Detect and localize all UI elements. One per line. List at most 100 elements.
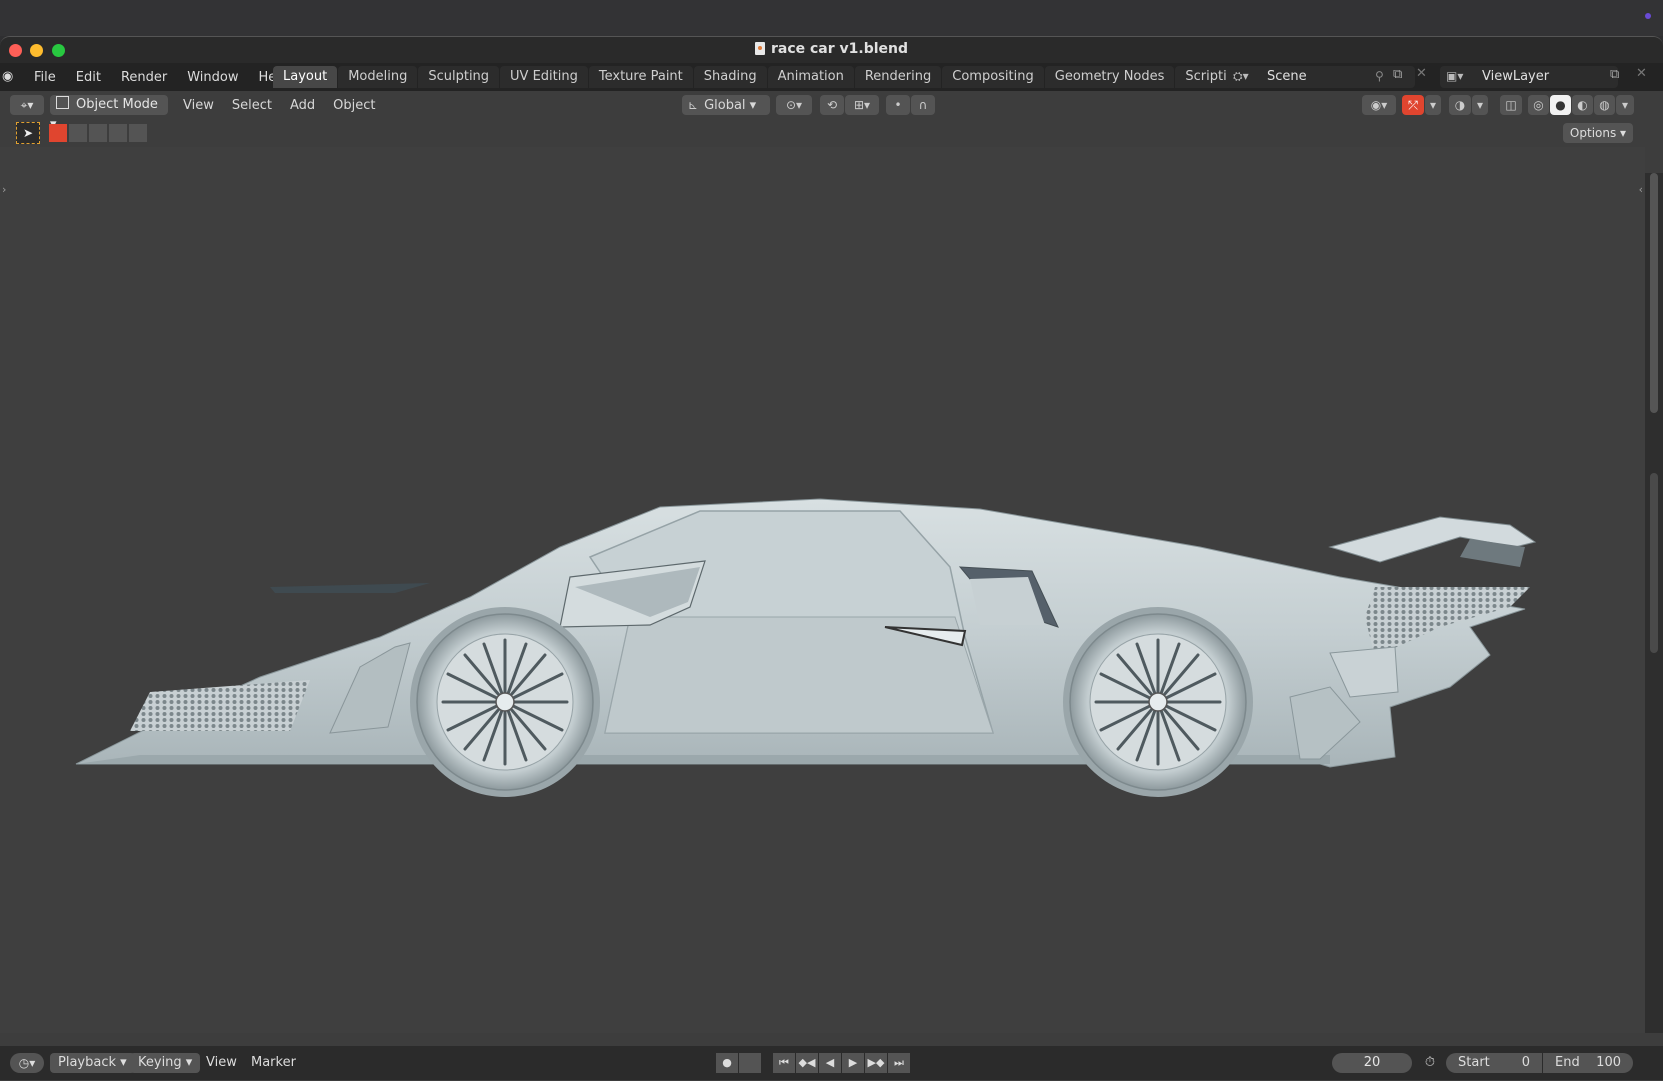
object-mode-dropdown[interactable]: Object Mode ▾ — [50, 95, 168, 132]
tab-layout[interactable]: Layout — [273, 66, 338, 88]
select-mode-invert-icon[interactable] — [109, 124, 127, 142]
tab-geometry-nodes[interactable]: Geometry Nodes — [1044, 66, 1175, 88]
gizmo-toggle-icon[interactable]: ⤱ — [1402, 95, 1424, 115]
menu-edit[interactable]: Edit — [66, 70, 111, 85]
proportional-edit-icon[interactable]: • — [886, 95, 910, 115]
view-layer-icon[interactable]: ▣▾ — [1446, 69, 1463, 83]
view-layer-name[interactable]: ViewLayer — [1482, 69, 1549, 84]
mode-label: Object Mode — [76, 97, 158, 112]
menu-file[interactable]: File — [24, 70, 66, 85]
top-bar: ◉ File Edit Render Window Help Layout Mo… — [0, 63, 1663, 91]
options-label: Options — [1569, 126, 1617, 140]
jump-start-icon[interactable]: ⏮ — [773, 1053, 795, 1073]
orientation-icon: ⊾ — [688, 98, 699, 112]
transport-spacer — [762, 1053, 772, 1073]
select-mode-new-icon[interactable] — [49, 124, 67, 142]
scrollbar-thumb-secondary[interactable] — [1650, 473, 1658, 653]
playback-label: Playback — [58, 1055, 117, 1070]
desktop-top-bar — [0, 0, 1663, 36]
overlays-dropdown-icon[interactable]: ▾ — [1472, 95, 1488, 115]
tab-modeling[interactable]: Modeling — [338, 66, 418, 88]
timeline-menu-marker[interactable]: Marker — [251, 1053, 296, 1073]
menu-window[interactable]: Window — [177, 70, 248, 85]
menu-render[interactable]: Render — [111, 70, 177, 85]
jump-end-icon[interactable]: ⏭ — [888, 1053, 910, 1073]
view-layer-selector[interactable]: ▣▾ ViewLayer — [1440, 66, 1618, 88]
record-icon[interactable]: ● — [716, 1053, 738, 1073]
end-value: 100 — [1596, 1055, 1621, 1070]
scene-selector[interactable]: ⛭▾ Scene ⚲ — [1227, 66, 1415, 88]
snap-toggle-icon[interactable]: ⟲ — [820, 95, 844, 115]
scene-name[interactable]: Scene — [1267, 69, 1307, 84]
select-mode-extend-icon[interactable] — [69, 124, 87, 142]
material-preview-icon[interactable]: ◐ — [1572, 95, 1593, 115]
delete-view-layer-icon[interactable]: ✕ — [1636, 66, 1647, 81]
keying-label: Keying — [138, 1055, 182, 1070]
front-wheel[interactable] — [410, 607, 600, 797]
rendered-shading-icon[interactable]: ◍ — [1594, 95, 1615, 115]
tab-animation[interactable]: Animation — [767, 66, 854, 88]
tab-rendering[interactable]: Rendering — [854, 66, 942, 88]
timeline-menu-view[interactable]: View — [206, 1053, 237, 1073]
transform-orientation-dropdown[interactable]: ⊾ Global ▾ — [682, 95, 770, 115]
falloff-icon[interactable]: ∩ — [911, 95, 935, 115]
scene-icon[interactable]: ⛭▾ — [1233, 69, 1263, 85]
pin-icon[interactable]: ⚲ — [1375, 69, 1384, 83]
region-scrollbar[interactable] — [1645, 173, 1663, 1033]
next-keyframe-icon[interactable]: ▶◆ — [865, 1053, 887, 1073]
record-dropdown-icon[interactable] — [739, 1053, 761, 1073]
keying-dropdown[interactable]: Keying ▾ — [130, 1053, 201, 1073]
wireframe-shading-icon[interactable]: ◎ — [1528, 95, 1549, 115]
start-frame-field[interactable]: Start 0 — [1446, 1053, 1542, 1073]
play-reverse-icon[interactable]: ◀ — [819, 1053, 841, 1073]
select-mode-intersect-icon[interactable] — [129, 124, 147, 142]
tab-compositing[interactable]: Compositing — [942, 66, 1044, 88]
options-dropdown[interactable]: Options ▾ — [1563, 123, 1633, 143]
tab-sculpting[interactable]: Sculpting — [418, 66, 500, 88]
playback-controls: ● ⏮ ◆◀ ◀ ▶ ▶◆ ⏭ — [716, 1053, 911, 1073]
viewport-menu: View Select Add Object — [174, 91, 384, 119]
prev-keyframe-icon[interactable]: ◆◀ — [796, 1053, 818, 1073]
workspace-tabs: Layout Modeling Sculpting UV Editing Tex… — [273, 66, 1275, 88]
visibility-button[interactable]: ◉▾ — [1362, 95, 1396, 115]
3d-viewport[interactable]: › ‹ — [0, 147, 1645, 1033]
menu-object[interactable]: Object — [324, 98, 384, 113]
new-view-layer-icon[interactable]: ⧉ — [1610, 67, 1619, 82]
menu-view[interactable]: View — [174, 98, 223, 113]
overlays-toggle-icon[interactable]: ◑ — [1449, 95, 1471, 115]
tab-texture-paint[interactable]: Texture Paint — [588, 66, 693, 88]
end-frame-field[interactable]: End 100 — [1543, 1053, 1633, 1073]
rear-wheel[interactable] — [1063, 607, 1253, 797]
new-scene-icon[interactable]: ⧉ — [1393, 67, 1402, 82]
start-value: 0 — [1521, 1055, 1530, 1070]
menu-select[interactable]: Select — [223, 98, 281, 113]
race-car-model[interactable] — [0, 147, 1645, 1033]
timeline-editor-type-button[interactable]: ◷▾ — [10, 1053, 44, 1073]
blender-window: race car v1.blend ◉ File Edit Render Win… — [0, 36, 1663, 1081]
menu-add[interactable]: Add — [281, 98, 324, 113]
title-bar: race car v1.blend — [0, 37, 1663, 63]
solid-shading-icon[interactable]: ● — [1550, 95, 1571, 115]
scrollbar-thumb[interactable] — [1650, 173, 1658, 413]
car-body[interactable] — [75, 498, 1537, 768]
snap-target-button[interactable]: ⊞▾ — [845, 95, 879, 115]
start-label: Start — [1458, 1055, 1490, 1070]
xray-toggle-icon[interactable]: ◫ — [1500, 95, 1522, 115]
shading-dropdown-icon[interactable]: ▾ — [1616, 95, 1634, 115]
clock-icon[interactable]: ⏱ — [1420, 1053, 1440, 1073]
select-mode-subtract-icon[interactable] — [89, 124, 107, 142]
delete-scene-icon[interactable]: ✕ — [1416, 66, 1427, 81]
window-title-text: race car v1.blend — [770, 41, 909, 57]
tab-uv-editing[interactable]: UV Editing — [500, 66, 588, 88]
blender-logo-icon[interactable]: ◉ — [2, 69, 13, 84]
select-tool-icon[interactable]: ➤ — [16, 122, 40, 144]
tab-shading[interactable]: Shading — [693, 66, 767, 88]
playback-dropdown[interactable]: Playback ▾ — [50, 1053, 135, 1073]
current-frame-field[interactable]: 20 — [1332, 1053, 1412, 1073]
main-menu: File Edit Render Window Help — [24, 63, 298, 91]
end-label: End — [1555, 1055, 1580, 1070]
pivot-point-button[interactable]: ⊙▾ — [776, 95, 812, 115]
play-icon[interactable]: ▶ — [842, 1053, 864, 1073]
gizmo-dropdown-icon[interactable]: ▾ — [1425, 95, 1441, 115]
editor-type-button[interactable]: ⌖▾ — [10, 95, 44, 115]
